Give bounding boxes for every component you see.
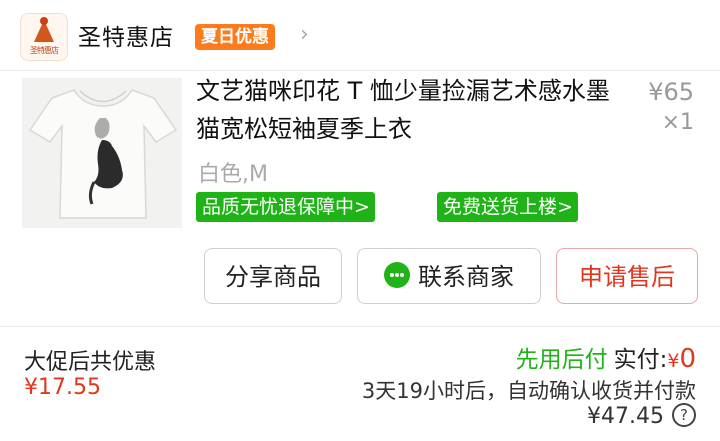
total-amount: ¥47.45 <box>587 404 664 429</box>
product-quantity: ×1 <box>661 110 694 135</box>
promo-badge: 夏日优惠 <box>195 24 275 50</box>
contact-seller-button[interactable]: 联系商家 <box>357 248 541 304</box>
after-sales-button[interactable]: 申请售后 <box>556 248 698 304</box>
chevron-right-icon[interactable]: › <box>300 22 309 47</box>
actual-currency: ¥ <box>667 350 680 372</box>
product-title[interactable]: 文艺猫咪印花 T 恤少量捡漏艺术感水墨猫宽松短袖夏季上衣 <box>196 72 616 148</box>
divider <box>0 70 720 71</box>
auto-confirm-note: 3天19小时后，自动确认收货并付款 <box>361 379 696 403</box>
shop-name[interactable]: 圣特惠店 <box>78 18 174 52</box>
contact-seller-label: 联系商家 <box>418 263 514 291</box>
product-price: ¥65 <box>648 78 694 106</box>
share-button[interactable]: 分享商品 <box>204 248 342 304</box>
shop-logo[interactable]: 圣特惠店 <box>20 13 68 61</box>
free-delivery-tag[interactable]: 免费送货上楼> <box>437 192 578 222</box>
product-image[interactable] <box>22 78 182 228</box>
tshirt-illustration <box>28 89 178 219</box>
quality-guarantee-tag[interactable]: 品质无忧退保障中> <box>196 192 375 222</box>
divider <box>0 326 720 327</box>
after-sales-label: 申请售后 <box>579 263 675 291</box>
chat-icon <box>384 262 410 288</box>
discount-label: 大促后共优惠 <box>24 350 157 375</box>
product-sku: 白色,M <box>198 162 268 187</box>
payment-summary: 先用后付 实付:¥0 <box>516 340 696 374</box>
shop-header[interactable]: 圣特惠店 圣特惠店 夏日优惠 › <box>0 0 720 70</box>
total-amount-line: ¥47.45? <box>587 403 696 429</box>
logo-text: 圣特惠店 <box>30 46 59 55</box>
help-icon[interactable]: ? <box>672 403 696 427</box>
actual-paid-label: 实付: <box>613 347 668 373</box>
logo-head <box>40 17 48 25</box>
actual-paid-amount: 0 <box>679 344 696 374</box>
share-button-label: 分享商品 <box>225 263 321 291</box>
discount-value: ¥17.55 <box>24 375 101 400</box>
pay-later-label[interactable]: 先用后付 <box>516 347 608 373</box>
